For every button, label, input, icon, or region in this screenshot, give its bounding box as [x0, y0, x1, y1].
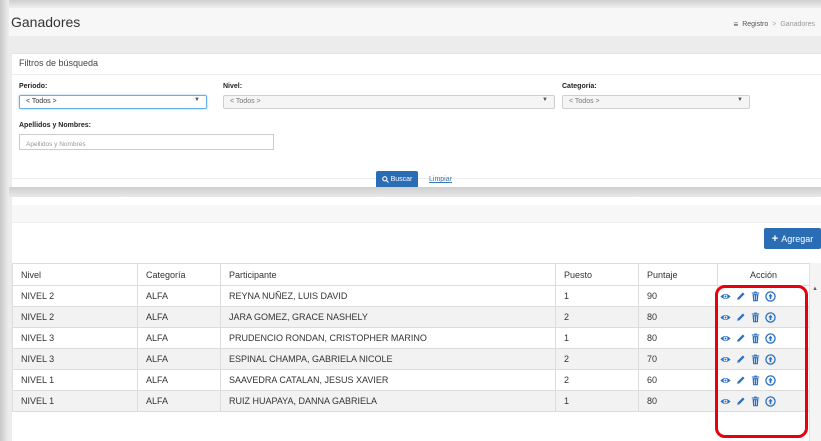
- cell-categoria: ALFA: [137, 306, 221, 328]
- cell-puntaje: 60: [638, 369, 718, 391]
- table-scrollbar[interactable]: ▲: [809, 263, 821, 441]
- table-row[interactable]: NIVEL 3 ALFA PRUDENCIO RONDAN, CRISTOPHER …: [12, 327, 810, 349]
- cell-puntaje: 80: [638, 390, 718, 412]
- table-row[interactable]: NIVEL 1 ALFA RUIZ HUAPAYA, DANNA GABRIELA 1…: [12, 390, 810, 412]
- actions-highlight-outline: [715, 285, 808, 438]
- breadcrumb-separator: >: [772, 21, 777, 28]
- breadcrumb-ganadores: Ganadores: [780, 21, 815, 28]
- table-row[interactable]: NIVEL 2 ALFA REYNA NUÑEZ, LUIS DAVID 1 90: [12, 285, 810, 307]
- search-button[interactable]: Buscar: [376, 171, 418, 188]
- cell-categoria: ALFA: [137, 348, 221, 370]
- table-row[interactable]: NIVEL 1 ALFA SAAVEDRA CATALAN, JESUS XAVIE…: [12, 369, 810, 391]
- menu-bars-icon: ≡: [733, 20, 739, 29]
- cell-nivel: NIVEL 1: [12, 369, 138, 391]
- window-frame-left: [0, 0, 9, 441]
- categoria-select[interactable]: < Todos > ▼: [562, 95, 750, 109]
- cell-participante: PRUDENCIO RONDAN, CRISTOPHER MARINO: [220, 327, 556, 349]
- cell-puesto: 1: [555, 390, 639, 412]
- categoria-label: Categoría:: [562, 83, 597, 90]
- page-title: Ganadores: [11, 14, 81, 30]
- add-button-label: Agregar: [781, 233, 814, 244]
- nivel-label: Nivel:: [223, 83, 243, 90]
- column-header-participante[interactable]: Participante: [220, 263, 556, 286]
- add-button[interactable]: + Agregar: [764, 228, 821, 249]
- results-table: Nivel Categoría Participante Puesto Punt…: [12, 263, 810, 412]
- cell-puesto: 1: [555, 327, 639, 349]
- page-header: Ganadores ≡ Registro > Ganadores: [9, 8, 821, 36]
- breadcrumb: ≡ Registro > Ganadores: [734, 20, 815, 29]
- cell-categoria: ALFA: [137, 369, 221, 391]
- cell-nivel: NIVEL 1: [12, 390, 138, 412]
- nivel-select[interactable]: < Todos > ▼: [223, 95, 555, 109]
- cell-nivel: NIVEL 3: [12, 348, 138, 370]
- breadcrumb-registro[interactable]: Registro: [742, 21, 768, 28]
- panel-divider: [12, 74, 821, 75]
- cell-nivel: NIVEL 2: [12, 306, 138, 328]
- column-header-accion: Acción: [717, 263, 810, 286]
- filter-panel: Filtros de búsqueda Periodo: < Todos > ▼…: [12, 53, 821, 188]
- plus-icon: +: [771, 232, 779, 245]
- filter-panel-title: Filtros de búsqueda: [19, 58, 99, 68]
- nombres-label: Apellidos y Nombres:: [19, 122, 91, 129]
- periodo-select[interactable]: < Todos > ▼: [19, 95, 207, 109]
- cell-puesto: 2: [555, 369, 639, 391]
- chevron-down-icon: ▼: [542, 97, 548, 103]
- categoria-select-value: < Todos >: [569, 98, 600, 105]
- periodo-select-value: < Todos >: [26, 98, 57, 105]
- nivel-select-value: < Todos >: [230, 98, 261, 105]
- cell-participante: REYNA NUÑEZ, LUIS DAVID: [220, 285, 556, 307]
- chevron-down-icon: ▼: [737, 97, 743, 103]
- scroll-up-arrow-icon[interactable]: ▲: [812, 286, 818, 292]
- clear-link[interactable]: Limpiar: [429, 176, 452, 183]
- cell-puntaje: 80: [638, 306, 718, 328]
- cell-categoria: ALFA: [137, 327, 221, 349]
- column-header-puesto[interactable]: Puesto: [555, 263, 639, 286]
- nombres-input[interactable]: [19, 134, 274, 150]
- cell-nivel: NIVEL 3: [12, 327, 138, 349]
- section-separator: [9, 187, 821, 197]
- table-header-row: Nivel Categoría Participante Puesto Punt…: [12, 263, 810, 286]
- table-body: NIVEL 2 ALFA REYNA NUÑEZ, LUIS DAVID 1 90 NIV…: [12, 285, 810, 412]
- results-toolbar-strip: [12, 205, 821, 223]
- cell-participante: SAAVEDRA CATALAN, JESUS XAVIER: [220, 369, 556, 391]
- column-header-categoria[interactable]: Categoría: [137, 263, 221, 286]
- cell-puntaje: 90: [638, 285, 718, 307]
- window-frame-top: [0, 0, 821, 8]
- column-header-puntaje[interactable]: Puntaje: [638, 263, 718, 286]
- cell-puesto: 2: [555, 348, 639, 370]
- search-icon: [381, 176, 389, 183]
- cell-puesto: 2: [555, 306, 639, 328]
- cell-puesto: 1: [555, 285, 639, 307]
- column-header-nivel[interactable]: Nivel: [12, 263, 138, 286]
- cell-participante: JARA GOMEZ, GRACE NASHELY: [220, 306, 556, 328]
- cell-participante: RUIZ HUAPAYA, DANNA GABRIELA: [220, 390, 556, 412]
- cell-puntaje: 80: [638, 327, 718, 349]
- periodo-label: Periodo:: [19, 83, 48, 90]
- search-button-label: Buscar: [390, 176, 413, 183]
- cell-categoria: ALFA: [137, 390, 221, 412]
- table-row[interactable]: NIVEL 3 ALFA ESPINAL CHAMPA, GABRIELA NICO…: [12, 348, 810, 370]
- results-panel: + Agregar Nivel Categoría Participante P…: [12, 197, 821, 441]
- cell-categoria: ALFA: [137, 285, 221, 307]
- cell-participante: ESPINAL CHAMPA, GABRIELA NICOLE: [220, 348, 556, 370]
- cell-puntaje: 70: [638, 348, 718, 370]
- chevron-down-icon: ▼: [194, 97, 200, 103]
- table-row[interactable]: NIVEL 2 ALFA JARA GOMEZ, GRACE NASHELY 2 80: [12, 306, 810, 328]
- cell-nivel: NIVEL 2: [12, 285, 138, 307]
